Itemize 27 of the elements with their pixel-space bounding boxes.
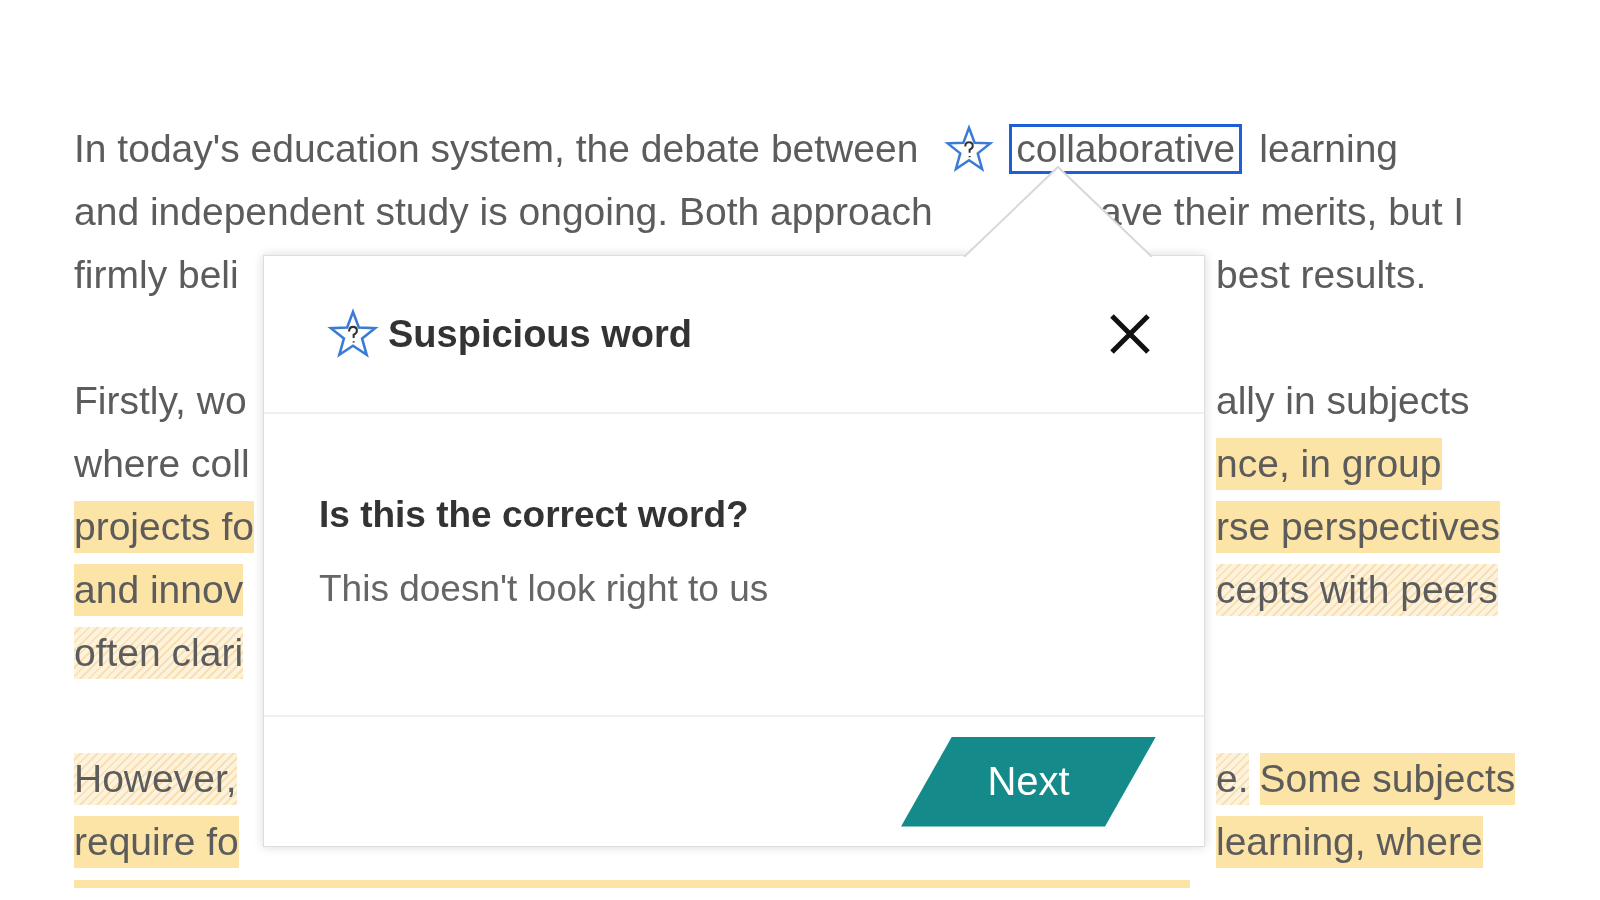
essay-text: Firstly, wo [74,377,247,424]
essay-text: In today's education system, the debate between [74,125,919,172]
essay-text: learning, where [1216,815,1483,868]
essay-text: nce, in group [1216,437,1442,490]
essay-text: and innov [74,563,244,616]
essay-text: and independent study is ongoing. Both approach [74,188,933,235]
essay-text: learning [1259,125,1399,172]
star-question-icon [326,308,380,360]
flagged-word[interactable]: collaborative [1009,123,1243,174]
essay-text: projects fo [74,500,254,553]
next-button[interactable]: Next [901,736,1156,827]
essay-text: ally in subjects [1216,377,1470,424]
essay-text: best results. [1216,251,1427,298]
essay-text: However, [74,752,237,805]
essay-text: rse perspectives [1216,500,1500,553]
star-question-icon[interactable] [943,123,996,174]
message-text: This doesn't look right to us [319,568,770,610]
essay-text: cepts with peers [1216,563,1498,616]
essay-text: often clari [74,626,244,679]
essay-text: require fo [74,815,239,868]
essay-text: e. [1216,752,1249,805]
essay-text: firmly beli [74,251,239,298]
close-icon[interactable] [1108,312,1152,356]
essay-text: Some subjects [1259,752,1516,805]
question-text: Is this the correct word? [319,494,750,536]
popup-title: Suspicious word [388,312,694,356]
essay-text: where coll [74,440,250,487]
